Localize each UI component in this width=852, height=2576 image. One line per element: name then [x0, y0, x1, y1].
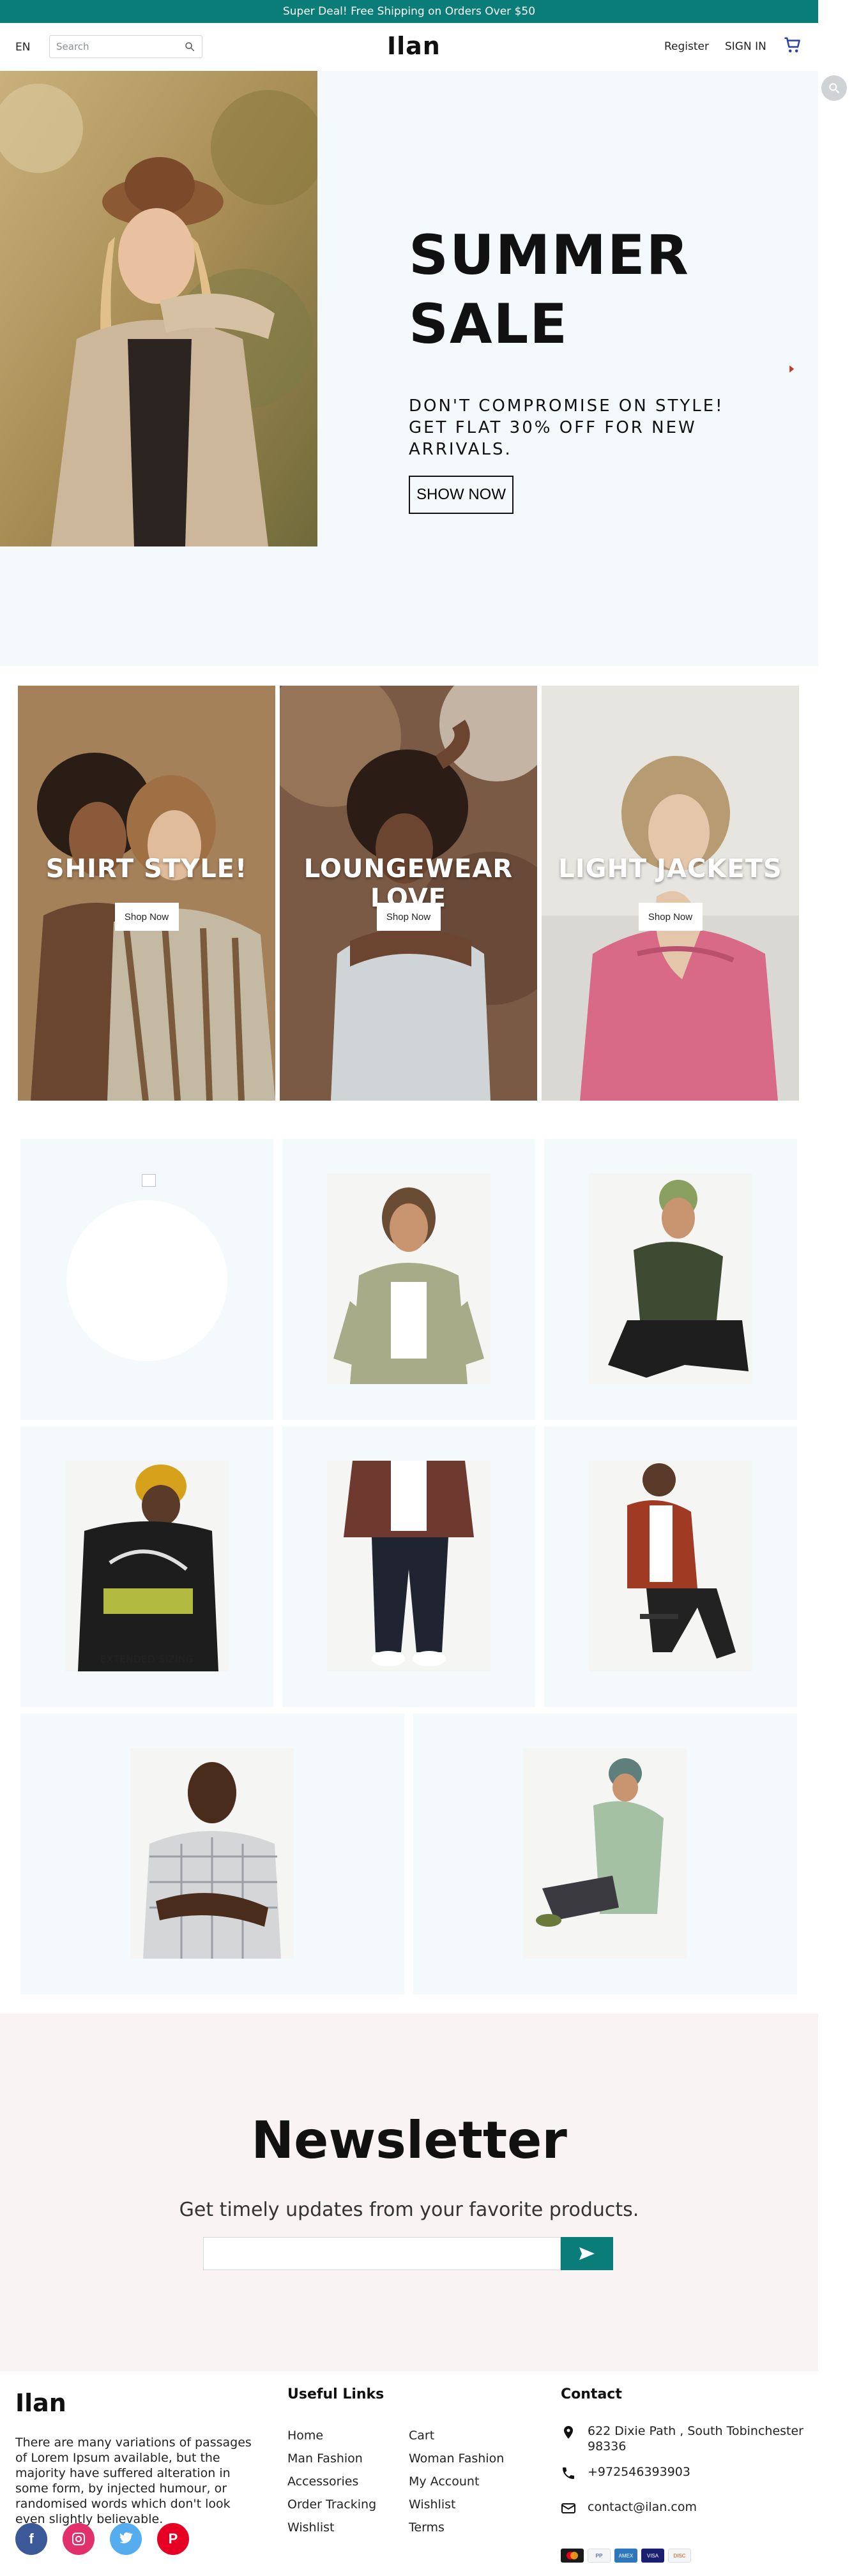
product-card[interactable] [282, 1139, 535, 1420]
hero-banner: SUMMER SALE DON'T COMPROMISE ON STYLE! G… [0, 71, 818, 666]
phone-icon [563, 2467, 574, 2479]
header: EN Search Ilan Register SIGN IN [0, 23, 818, 71]
hero-title: SUMMER SALE [409, 223, 690, 356]
search-icon [829, 83, 840, 94]
extended-sizing-label: EXTENDED SIZING [100, 1653, 194, 1665]
show-now-button[interactable]: SHOW NOW [409, 476, 513, 514]
announcement-text: Super Deal! Free Shipping on Orders Over… [282, 5, 536, 18]
brand-logo[interactable]: Ilan [387, 32, 441, 60]
footer-link-woman-fashion[interactable]: Woman Fashion [409, 2452, 504, 2474]
category-title: SHIRT STYLE! [45, 854, 248, 884]
address-text: 622 Dixie Path , South Tobinchester 9833… [588, 2424, 803, 2453]
twitter-icon[interactable] [110, 2523, 142, 2555]
sign-in-link[interactable]: SIGN IN [725, 40, 766, 53]
product-card[interactable] [544, 1139, 797, 1420]
carousel-next-icon[interactable] [787, 365, 796, 373]
product-image [130, 1748, 294, 1959]
shop-now-button[interactable]: Shop Now [638, 903, 703, 931]
payment-methods: PP AMEX VISA DISC [561, 2549, 691, 2563]
newsletter-submit-button[interactable] [561, 2237, 613, 2270]
product-image [589, 1461, 752, 1671]
product-card[interactable] [544, 1426, 797, 1707]
hero-image [0, 71, 317, 546]
floating-search-button[interactable] [821, 75, 847, 101]
contact-email: contact@ilan.com [561, 2499, 803, 2535]
category-title: LIGHT JACKETS [558, 854, 782, 884]
paypal-icon: PP [588, 2549, 611, 2563]
newsletter-subtitle: Get timely updates from your favorite pr… [179, 2199, 639, 2221]
social-links: f P [15, 2523, 189, 2555]
footer-link-cart[interactable]: Cart [409, 2429, 504, 2452]
discover-icon: DISC [668, 2549, 691, 2563]
shop-now-button[interactable]: Shop Now [376, 903, 441, 931]
phone-text[interactable]: +972546393903 [588, 2465, 690, 2479]
hero-subtitle: DON'T COMPROMISE ON STYLE! GET FLAT 30% … [409, 396, 724, 459]
product-placeholder-circle [66, 1200, 227, 1361]
footer-links-col2: Cart Woman Fashion My Account Wishlist T… [409, 2429, 504, 2543]
product-card[interactable] [20, 1714, 404, 1994]
send-icon [579, 2247, 595, 2260]
footer-link-man-fashion[interactable]: Man Fashion [287, 2452, 376, 2474]
footer-link-terms[interactable]: Terms [409, 2520, 504, 2543]
category-image [542, 686, 799, 1101]
contact-heading: Contact [561, 2386, 622, 2402]
category-card-loungewear-love[interactable]: LOUNGEWEAR LOVE Shop Now [280, 686, 537, 1101]
location-pin-icon [564, 2426, 573, 2439]
pinterest-icon[interactable]: P [157, 2523, 189, 2555]
category-card-shirt-style[interactable]: SHIRT STYLE! Shop Now [18, 686, 275, 1101]
search-input[interactable]: Search [49, 35, 202, 58]
product-card[interactable]: EXTENDED SIZING [20, 1426, 273, 1707]
footer-brand: Ilan [15, 2389, 66, 2417]
language-selector[interactable]: EN [15, 41, 30, 54]
register-link[interactable]: Register [664, 40, 709, 53]
page: Super Deal! Free Shipping on Orders Over… [0, 0, 852, 2576]
newsletter-email-input[interactable] [203, 2237, 561, 2270]
category-card-light-jackets[interactable]: LIGHT JACKETS Shop Now [542, 686, 799, 1101]
newsletter-title: Newsletter [251, 2111, 567, 2170]
facebook-icon[interactable]: f [15, 2523, 47, 2555]
category-image [18, 686, 275, 1101]
amex-icon: AMEX [614, 2549, 637, 2563]
search-icon[interactable] [184, 41, 195, 52]
product-card[interactable] [282, 1426, 535, 1707]
footer-about: There are many variations of passages of… [15, 2436, 252, 2526]
product-card[interactable] [20, 1139, 273, 1420]
shop-now-button[interactable]: Shop Now [114, 903, 179, 931]
email-text[interactable]: contact@ilan.com [588, 2500, 697, 2514]
footer-link-my-account[interactable]: My Account [409, 2474, 504, 2497]
broken-image-icon [142, 1174, 156, 1187]
contact-address: 622 Dixie Path , South Tobinchester 9833… [561, 2423, 803, 2464]
footer-link-order-tracking[interactable]: Order Tracking [287, 2497, 376, 2520]
search-placeholder: Search [56, 41, 89, 52]
footer: Ilan There are many variations of passag… [0, 2371, 818, 2576]
footer-link-wishlist[interactable]: Wishlist [287, 2520, 376, 2543]
product-image [65, 1461, 229, 1671]
product-card[interactable] [413, 1714, 797, 1994]
instagram-icon[interactable] [63, 2523, 95, 2555]
useful-links-heading: Useful Links [287, 2386, 384, 2402]
announcement-bar: Super Deal! Free Shipping on Orders Over… [0, 0, 818, 23]
footer-link-home[interactable]: Home [287, 2429, 376, 2452]
contact-info: 622 Dixie Path , South Tobinchester 9833… [561, 2423, 803, 2535]
footer-link-wishlist-2[interactable]: Wishlist [409, 2497, 504, 2520]
product-image [523, 1748, 687, 1959]
footer-links-col1: Home Man Fashion Accessories Order Track… [287, 2429, 376, 2543]
visa-icon: VISA [641, 2549, 664, 2563]
product-image [327, 1173, 491, 1384]
product-image [589, 1173, 752, 1384]
product-image [327, 1461, 491, 1671]
mastercard-icon [561, 2549, 584, 2563]
contact-phone: +972546393903 [561, 2464, 803, 2499]
mail-icon [561, 2503, 575, 2513]
newsletter-section: Newsletter Get timely updates from your … [0, 2014, 818, 2371]
footer-link-accessories[interactable]: Accessories [287, 2474, 376, 2497]
cart-icon[interactable] [783, 36, 802, 55]
category-grid: SHIRT STYLE! Shop Now LOUNGEWEAR LOVE Sh… [18, 686, 800, 1101]
